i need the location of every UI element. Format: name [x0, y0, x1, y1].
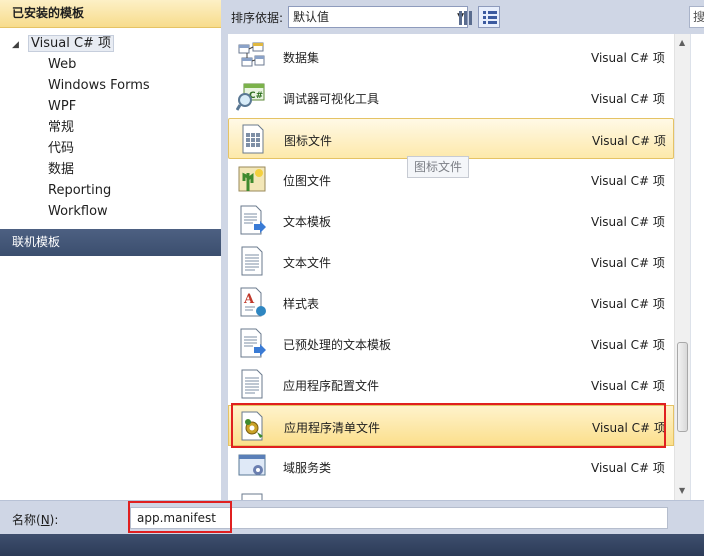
list-item-app-manifest[interactable]: 应用程序清单文件 Visual C# 项: [228, 405, 674, 446]
bitmap-file-icon: [238, 166, 266, 192]
text-file-icon: [241, 246, 263, 276]
name-label: 名称(N):: [12, 511, 58, 528]
partial-item-icon: [241, 493, 263, 500]
small-icons-view-button[interactable]: [454, 6, 476, 28]
medium-icons-list-icon: [483, 11, 497, 24]
list-item-name: 已预处理的文本模板: [283, 338, 392, 352]
list-item-stylesheet[interactable]: A 样式表 Visual C# 项: [228, 282, 674, 323]
tree-item-reporting[interactable]: Reporting: [0, 180, 221, 201]
sort-toolbar: 排序依据: 默认值 ▼ 搜: [221, 0, 704, 34]
list-item-language: Visual C# 项: [591, 92, 665, 106]
list-item-language: Visual C# 项: [591, 174, 665, 188]
tree-item-data[interactable]: 数据: [0, 159, 221, 180]
template-category-panel: 已安装的模板 ◢ Visual C# 项 Web Windows Forms WP…: [0, 0, 221, 500]
list-item-name: 调试器可视化工具: [283, 92, 380, 106]
description-panel: [690, 34, 704, 500]
scroll-thumb[interactable]: [677, 342, 688, 432]
list-item-name: 位图文件: [283, 174, 332, 188]
list-item-name: 图标文件: [284, 134, 333, 148]
scroll-up-arrow-icon[interactable]: ▲: [679, 38, 685, 47]
list-item-language: Visual C# 项: [592, 134, 666, 148]
expand-arrow-icon[interactable]: ◢: [12, 35, 28, 56]
tree-item-general[interactable]: 常规: [0, 117, 221, 138]
template-list: 数据集 Visual C# 项 C# 调试器可视化工具 Visual C# 项 …: [228, 34, 674, 500]
list-item-text-file[interactable]: 文本文件 Visual C# 项: [228, 241, 674, 282]
sort-selected-value: 默认值: [293, 10, 330, 24]
domain-service-icon: [238, 454, 266, 476]
debugger-visualizer-icon: C#: [236, 83, 265, 111]
search-input[interactable]: 搜: [689, 6, 704, 28]
list-item-language: Visual C# 项: [591, 338, 665, 352]
list-item-language: Visual C# 项: [591, 51, 665, 65]
tree-item-code[interactable]: 代码: [0, 138, 221, 159]
list-item-dataset[interactable]: 数据集 Visual C# 项: [228, 36, 674, 77]
preprocessed-template-icon: [240, 328, 266, 358]
list-item-name: 应用程序配置文件: [283, 379, 380, 393]
list-item-debugger-visualizer[interactable]: C# 调试器可视化工具 Visual C# 项: [228, 77, 674, 118]
item-tooltip: 图标文件: [407, 156, 470, 178]
tree-item-web[interactable]: Web: [0, 54, 221, 75]
list-item-language: Visual C# 项: [591, 297, 665, 311]
list-item-preprocessed-text-template[interactable]: 已预处理的文本模板 Visual C# 项: [228, 323, 674, 364]
sort-dropdown[interactable]: 默认值 ▼: [288, 6, 468, 28]
list-item-language: Visual C# 项: [591, 256, 665, 270]
name-label-suffix: ):: [49, 513, 59, 527]
tree-item-windows-forms[interactable]: Windows Forms: [0, 75, 221, 96]
dataset-icon: [238, 42, 265, 67]
list-item-name: 样式表: [283, 297, 320, 311]
list-item-text-template[interactable]: 文本模板 Visual C# 项: [228, 200, 674, 241]
online-templates-header[interactable]: 联机模板: [0, 229, 221, 256]
list-item-name: 文本文件: [283, 256, 332, 270]
list-scrollbar[interactable]: ▲ ▼: [674, 34, 690, 500]
text-template-icon: [240, 205, 266, 235]
tree-item-workflow[interactable]: Workflow: [0, 201, 221, 222]
name-bar: 名称(N):: [0, 500, 704, 534]
tree-item-wpf[interactable]: WPF: [0, 96, 221, 117]
list-item-language: Visual C# 项: [591, 461, 665, 475]
list-item-domain-service-class[interactable]: 域服务类 Visual C# 项: [228, 446, 674, 487]
dialog-footer: [0, 534, 704, 556]
list-item-app-config[interactable]: 应用程序配置文件 Visual C# 项: [228, 364, 674, 405]
list-item-language: Visual C# 项: [592, 421, 666, 435]
file-name-input[interactable]: [130, 507, 668, 529]
scroll-down-arrow-icon[interactable]: ▼: [679, 486, 685, 495]
app-config-icon: [241, 369, 263, 399]
icon-file-icon: [242, 124, 264, 154]
sort-label: 排序依据:: [231, 11, 284, 25]
list-item-name: 文本模板: [283, 215, 332, 229]
category-tree: ◢ Visual C# 项 Web Windows Forms WPF 常规 代码…: [0, 33, 221, 222]
list-item-name: 数据集: [283, 51, 320, 65]
tree-item-visual-csharp[interactable]: ◢ Visual C# 项: [0, 33, 221, 54]
name-label-accesskey: N: [40, 513, 50, 527]
app-manifest-icon: [241, 411, 263, 441]
list-item-icon-file[interactable]: 图标文件 Visual C# 项: [228, 118, 674, 159]
list-item-partial[interactable]: [228, 487, 674, 500]
list-item-language: Visual C# 项: [591, 379, 665, 393]
tree-item-label: Visual C# 项: [28, 35, 115, 52]
medium-icons-view-button[interactable]: [478, 6, 500, 28]
small-icons-grid-icon: [459, 11, 472, 25]
name-label-prefix: 名称(: [12, 513, 41, 527]
list-item-name: 应用程序清单文件: [284, 421, 381, 435]
installed-templates-header[interactable]: 已安装的模板: [0, 0, 221, 28]
list-item-name: 域服务类: [283, 461, 332, 475]
stylesheet-icon: A: [240, 287, 266, 317]
list-item-language: Visual C# 项: [591, 215, 665, 229]
svg-text:A: A: [243, 292, 255, 307]
